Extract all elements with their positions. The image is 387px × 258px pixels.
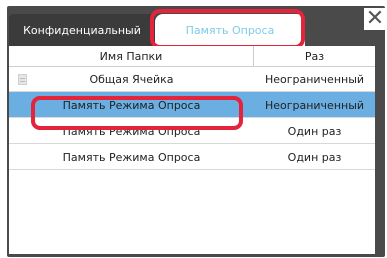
- table-row[interactable]: Память Режима Опроса Один раз: [9, 118, 375, 144]
- tab-polling-memory-label: Память Опроса: [185, 23, 275, 37]
- row-times: Неограниченный: [264, 98, 365, 112]
- tab-confidential-label: Конфиденциальный: [23, 23, 141, 37]
- row-folder-name: Память Режима Опроса: [62, 98, 201, 112]
- table-row[interactable]: Память Режима Опроса Один раз: [9, 144, 375, 170]
- table-row-selected[interactable]: Память Режима Опроса Неограниченный: [9, 92, 375, 118]
- row-folder-name: Память Режима Опроса: [62, 124, 201, 138]
- row-times: Один раз: [287, 124, 342, 138]
- close-icon[interactable]: ✕: [364, 8, 386, 30]
- header-folder-name[interactable]: Имя Папки: [9, 46, 254, 66]
- row-times: Неограниченный: [264, 72, 365, 86]
- row-times: Один раз: [287, 150, 342, 164]
- table-header: Имя Папки Раз: [9, 46, 375, 67]
- row-folder-name: Память Режима Опроса: [62, 150, 201, 164]
- tab-polling-memory[interactable]: Память Опроса: [155, 14, 305, 46]
- row-folder-name: Общая Ячейка: [89, 72, 174, 86]
- tab-confidential[interactable]: Конфиденциальный: [9, 14, 155, 46]
- table-row[interactable]: Общая Ячейка Неограниченный: [9, 66, 375, 92]
- folder-table: Имя Папки Раз Общая Ячейка Неограниченны…: [9, 46, 375, 254]
- header-times[interactable]: Раз: [254, 46, 375, 66]
